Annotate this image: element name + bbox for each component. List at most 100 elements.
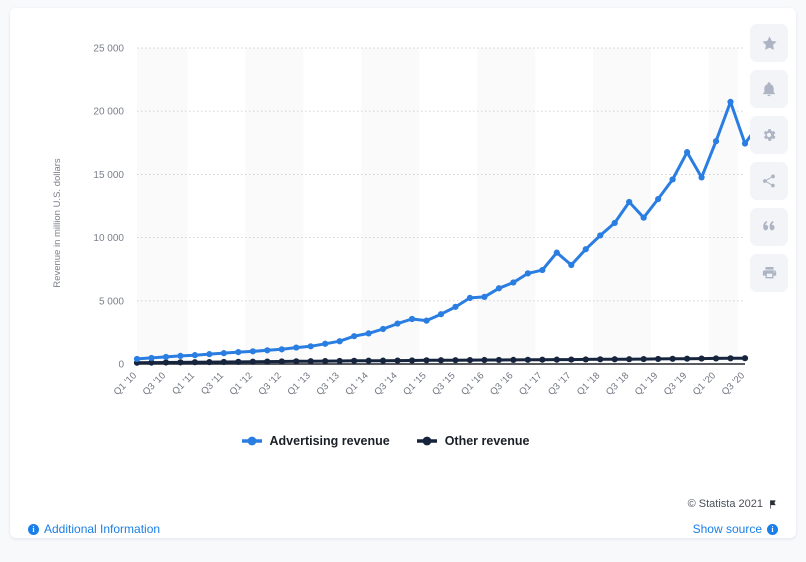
data-point[interactable] [278, 358, 285, 365]
data-point[interactable] [582, 356, 589, 363]
data-point[interactable] [351, 357, 358, 364]
data-point[interactable] [336, 338, 343, 345]
data-point[interactable] [539, 266, 546, 274]
show-source-link[interactable]: Show source i [693, 522, 778, 536]
flag-icon[interactable] [768, 499, 778, 510]
data-point[interactable] [524, 356, 531, 363]
data-point[interactable] [611, 219, 618, 227]
data-point[interactable] [553, 249, 560, 256]
data-point[interactable] [437, 357, 445, 364]
info-icon-right: i [767, 523, 778, 535]
data-point[interactable] [582, 246, 589, 253]
data-point[interactable] [640, 355, 647, 363]
data-point[interactable] [423, 357, 430, 364]
favorite-button[interactable] [750, 24, 788, 62]
x-tick-Q117: Q1 '17 [517, 370, 544, 397]
legend-item-advertising-revenue[interactable]: Advertising revenue [241, 434, 390, 448]
data-point[interactable] [191, 359, 199, 366]
data-point[interactable] [698, 355, 705, 362]
data-point[interactable] [495, 356, 503, 364]
data-point[interactable] [741, 140, 749, 147]
data-point[interactable] [379, 325, 387, 333]
data-point[interactable] [235, 358, 242, 365]
data-point[interactable] [293, 358, 300, 365]
data-point[interactable] [669, 176, 676, 183]
data-point[interactable] [249, 348, 256, 355]
data-point[interactable] [481, 293, 488, 300]
info-icon-left: i [28, 523, 39, 535]
data-point[interactable] [278, 346, 285, 353]
data-point[interactable] [206, 351, 213, 358]
data-point[interactable] [452, 357, 459, 364]
data-point[interactable] [177, 352, 184, 360]
data-point[interactable] [437, 311, 445, 318]
data-point[interactable] [322, 340, 329, 347]
data-point[interactable] [655, 355, 662, 363]
data-point[interactable] [481, 356, 488, 364]
data-point[interactable] [206, 359, 213, 366]
data-point[interactable] [510, 279, 517, 286]
data-point[interactable] [741, 355, 749, 362]
data-point[interactable] [597, 356, 604, 363]
data-point[interactable] [249, 358, 256, 365]
data-point[interactable] [510, 356, 517, 363]
alert-button[interactable] [750, 70, 788, 108]
data-point[interactable] [264, 347, 271, 354]
data-point[interactable] [568, 261, 575, 269]
data-point[interactable] [177, 359, 184, 366]
data-point[interactable] [220, 350, 227, 357]
data-point[interactable] [133, 355, 141, 363]
data-point[interactable] [408, 357, 416, 364]
legend-item-other-revenue[interactable]: Other revenue [416, 434, 529, 448]
data-point[interactable] [712, 138, 720, 145]
data-point[interactable] [539, 356, 546, 363]
data-point[interactable] [655, 195, 662, 203]
data-point[interactable] [495, 285, 503, 292]
data-point[interactable] [683, 355, 691, 362]
data-point[interactable] [220, 358, 227, 366]
data-point[interactable] [408, 315, 416, 323]
data-point[interactable] [191, 352, 199, 359]
data-point[interactable] [597, 232, 604, 239]
data-point[interactable] [307, 343, 314, 350]
cite-button[interactable] [750, 208, 788, 246]
settings-button[interactable] [750, 116, 788, 154]
data-point[interactable] [162, 359, 170, 366]
data-point[interactable] [712, 355, 720, 362]
print-button[interactable] [750, 254, 788, 292]
data-point[interactable] [669, 355, 676, 362]
data-point[interactable] [365, 357, 372, 364]
data-point[interactable] [293, 344, 300, 351]
data-point[interactable] [235, 349, 242, 356]
legend-label-advertising-revenue: Advertising revenue [269, 434, 390, 448]
data-point[interactable] [452, 303, 459, 310]
data-point[interactable] [394, 320, 401, 327]
data-point[interactable] [466, 294, 474, 301]
data-point[interactable] [727, 355, 734, 362]
data-point[interactable] [698, 174, 705, 181]
data-point[interactable] [611, 356, 618, 363]
data-point[interactable] [626, 356, 633, 363]
additional-information-link[interactable]: i Additional Information [28, 522, 160, 536]
data-point[interactable] [351, 333, 358, 340]
data-point[interactable] [162, 353, 170, 361]
data-point[interactable] [394, 357, 401, 364]
data-point[interactable] [336, 357, 343, 365]
data-point[interactable] [423, 317, 430, 324]
data-point[interactable] [148, 354, 155, 362]
data-point[interactable] [524, 270, 531, 277]
data-point[interactable] [727, 98, 734, 105]
data-point[interactable] [568, 356, 575, 363]
data-point[interactable] [307, 358, 314, 365]
share-button[interactable] [750, 162, 788, 200]
data-point[interactable] [466, 356, 474, 364]
data-point[interactable] [626, 198, 633, 206]
data-point[interactable] [365, 330, 372, 337]
data-point[interactable] [683, 149, 691, 156]
data-point[interactable] [640, 214, 647, 221]
data-point[interactable] [553, 356, 560, 363]
x-tick-Q114: Q1 '14 [343, 370, 370, 397]
data-point[interactable] [379, 357, 387, 364]
data-point[interactable] [264, 358, 271, 365]
data-point[interactable] [322, 357, 329, 365]
